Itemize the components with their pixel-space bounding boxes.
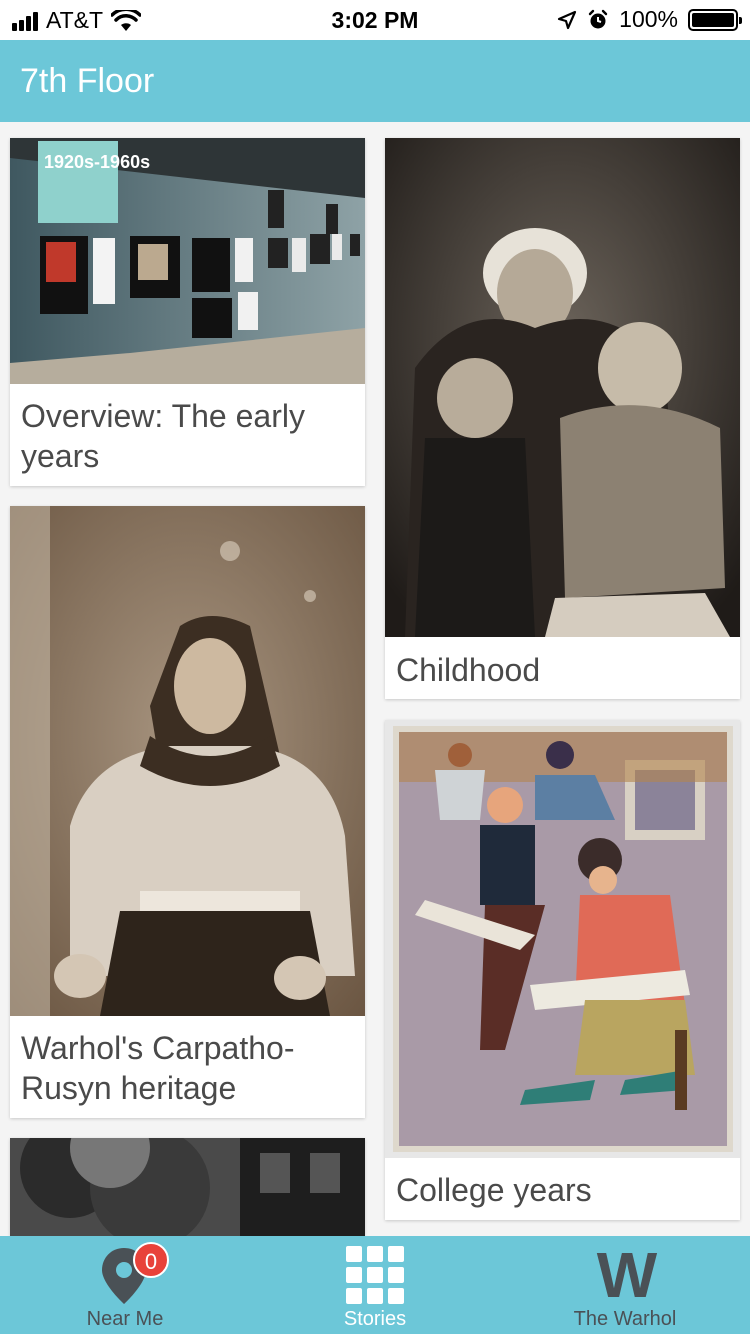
family-portrait-photo xyxy=(385,138,740,637)
story-label: College years xyxy=(396,1172,592,1208)
gallery-wall-photo: 1920s-1960s xyxy=(10,138,365,384)
tab-label: Near Me xyxy=(86,1308,164,1330)
status-bar: AT&T 3:02 PM 100% xyxy=(0,0,750,40)
story-card-overview[interactable]: 1920s-1960s Overview: The early years xyxy=(10,138,365,486)
location-arrow-icon xyxy=(558,10,577,29)
notification-badge: 0 xyxy=(133,1242,169,1278)
battery-icon xyxy=(688,8,742,31)
tab-near-me[interactable]: 0 Near Me xyxy=(0,1236,250,1334)
story-card-college[interactable]: College years xyxy=(385,720,740,1220)
alarm-icon xyxy=(588,9,608,28)
gallery-sign-text: 1920s-1960s xyxy=(44,152,150,172)
story-card-heritage[interactable]: Warhol's Carpatho-Rusyn heritage xyxy=(10,506,365,1118)
story-label: Childhood xyxy=(396,652,541,688)
battery-percent: 100% xyxy=(619,6,678,32)
story-label: Overview: The early years xyxy=(21,398,305,474)
woman-portrait-photo xyxy=(10,506,365,1016)
grid-icon xyxy=(346,1246,404,1304)
tab-label: The Warhol xyxy=(573,1308,677,1330)
tab-the-warhol[interactable]: W The Warhol xyxy=(500,1236,750,1334)
art-class-painting xyxy=(385,720,740,1158)
app-screen: AT&T 3:02 PM 100% 7th Floor 1920s-1960s … xyxy=(0,0,750,1334)
page-title: 7th Floor xyxy=(20,62,155,100)
header-bar: 7th Floor xyxy=(0,40,750,122)
story-label: Warhol's Carpatho-Rusyn heritage xyxy=(21,1030,295,1106)
tab-label: Stories xyxy=(343,1308,407,1330)
tab-stories[interactable]: Stories xyxy=(250,1236,500,1334)
warhol-logo-icon: W xyxy=(596,1239,657,1311)
street-trees-photo xyxy=(10,1138,365,1236)
tab-bar: 0 Near Me Stories W The Warhol xyxy=(0,1236,750,1334)
story-card-childhood[interactable]: Childhood xyxy=(385,138,740,699)
story-card-partial[interactable] xyxy=(10,1138,365,1236)
status-right: 100% xyxy=(557,6,742,33)
